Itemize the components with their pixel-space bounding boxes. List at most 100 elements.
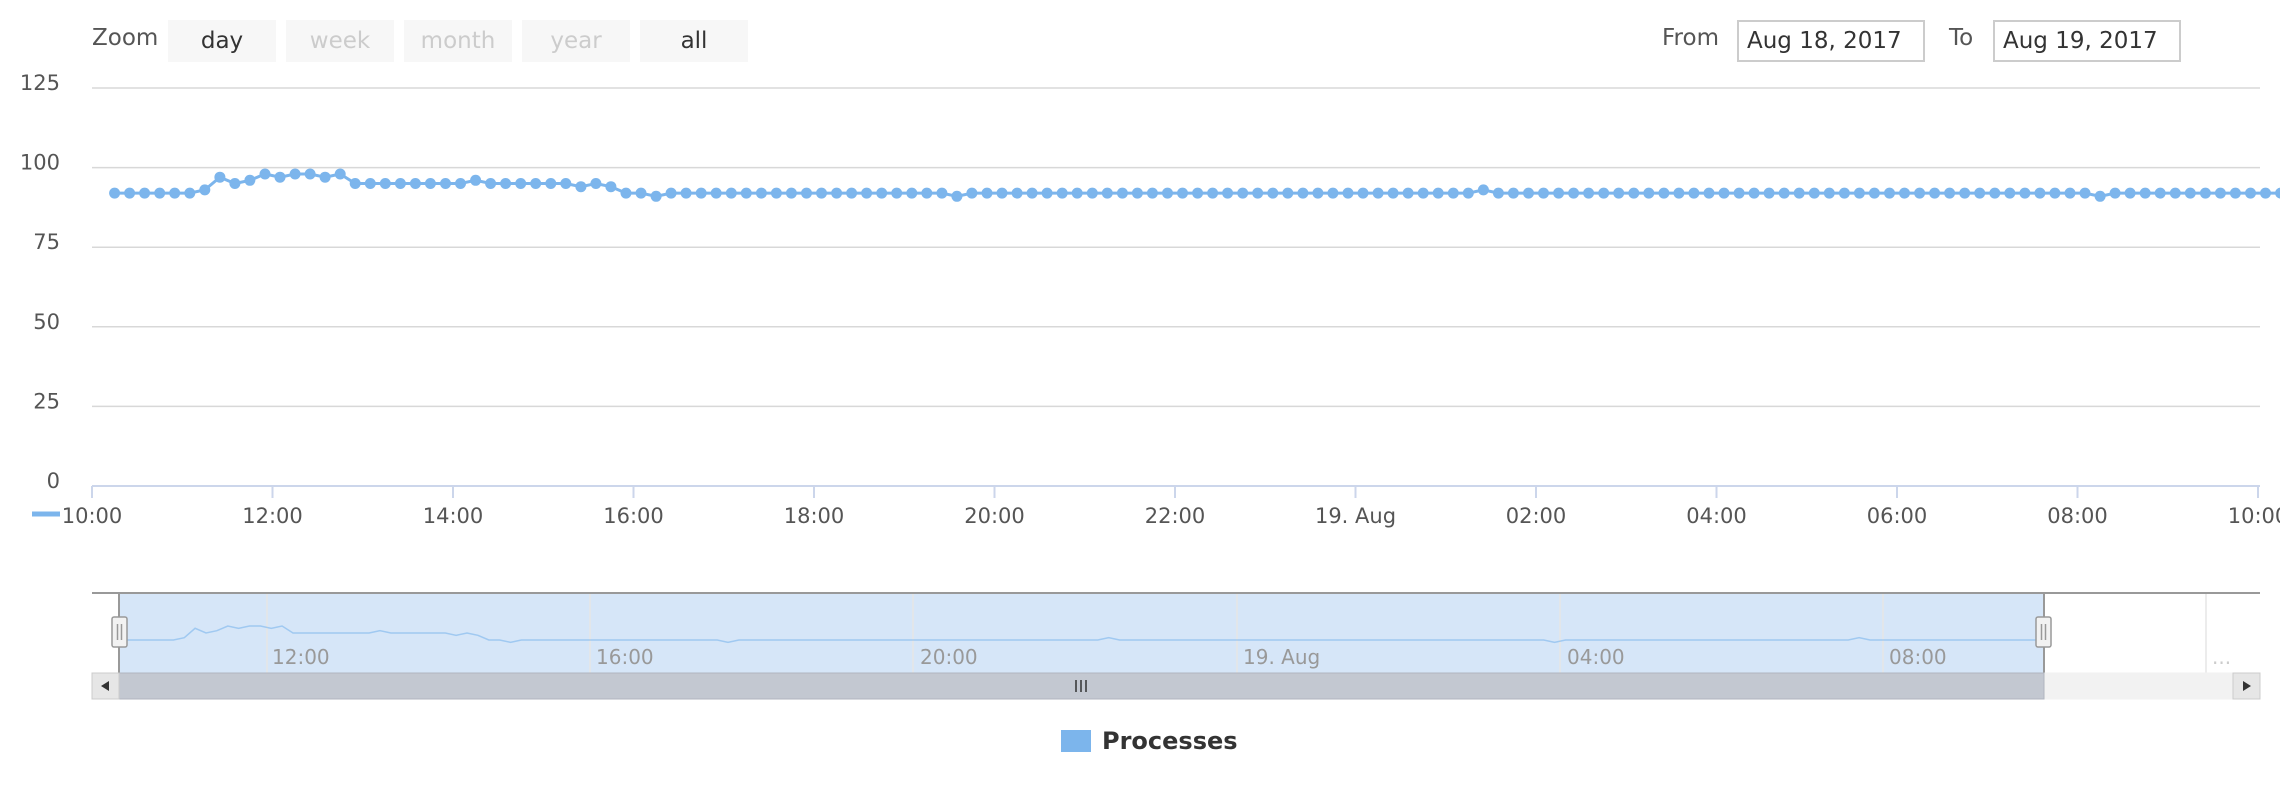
data-point (1116, 187, 1128, 199)
data-point (1853, 187, 1865, 199)
y-tick-label: 0 (47, 469, 60, 493)
data-point (1583, 187, 1595, 199)
navigator-tick-label: 16:00 (596, 645, 654, 669)
data-point (605, 181, 617, 193)
data-point (1177, 187, 1188, 199)
data-point (1026, 187, 1038, 199)
data-point (1914, 187, 1926, 199)
x-tick-label: 22:00 (1145, 504, 1206, 528)
data-point (244, 174, 256, 186)
data-point (1492, 187, 1504, 199)
data-point (364, 178, 376, 189)
data-point (620, 187, 632, 199)
legend-symbol (1061, 730, 1091, 752)
data-point (1568, 187, 1580, 199)
legend[interactable]: Processes (1061, 727, 1238, 755)
data-point (635, 187, 647, 199)
data-point (139, 187, 151, 199)
data-point (725, 187, 737, 199)
data-point (259, 168, 271, 180)
y-tick-label: 50 (33, 310, 60, 334)
data-point (2034, 187, 2046, 199)
data-point (545, 178, 557, 189)
data-point (876, 187, 888, 199)
y-tick-label: 25 (33, 389, 60, 413)
data-point (1282, 187, 1294, 199)
x-tick-label: 10:00 (62, 504, 123, 528)
x-tick-label: 19. Aug (1315, 504, 1396, 528)
data-point (1146, 187, 1158, 199)
data-point (2154, 187, 2166, 199)
data-point (1086, 187, 1098, 199)
data-point (424, 178, 436, 189)
data-point (455, 178, 466, 189)
data-point (1553, 187, 1565, 199)
data-point (1297, 187, 1309, 199)
navigator-right-handle[interactable] (2035, 616, 2052, 648)
data-point (1989, 187, 2001, 199)
scrollbar-left-button[interactable] (91, 672, 120, 700)
data-point (861, 187, 873, 199)
data-point (2109, 187, 2121, 199)
data-point (1507, 187, 1519, 199)
data-point (1342, 187, 1354, 199)
data-point (334, 168, 346, 180)
data-point (1056, 187, 1068, 199)
legend-item-label[interactable]: Processes (1102, 727, 1238, 755)
data-point (1838, 187, 1850, 199)
data-point (921, 187, 933, 199)
data-point (1071, 187, 1083, 199)
series-processes (109, 168, 2280, 202)
data-point (2079, 187, 2091, 199)
scrollbar[interactable] (91, 672, 2261, 700)
scrollbar-right-button[interactable] (2232, 672, 2261, 700)
y-tick-label: 100 (20, 151, 60, 175)
data-point (1733, 187, 1745, 199)
y-axis: 0 25 50 75 100 125 (20, 71, 60, 493)
data-point (109, 187, 121, 199)
data-point (1372, 187, 1384, 199)
data-point (154, 187, 166, 199)
data-point (981, 187, 993, 199)
data-point (2124, 187, 2136, 199)
data-point (1538, 187, 1549, 199)
data-point (936, 187, 948, 199)
data-point (1748, 187, 1760, 199)
data-point (1011, 187, 1023, 199)
data-point (1312, 187, 1324, 199)
data-point (1628, 187, 1640, 199)
data-point (1131, 187, 1143, 199)
data-point (770, 187, 782, 199)
navigator-left-handle[interactable] (111, 616, 128, 648)
data-point (2245, 187, 2256, 199)
data-point (785, 187, 797, 199)
data-point (319, 171, 331, 183)
navigator-tick-label: 08:00 (1889, 645, 1947, 669)
x-tick-label: 20:00 (964, 504, 1025, 528)
data-point (1718, 187, 1730, 199)
stock-chart: Zoom day week month year all From To 025… (0, 0, 2280, 800)
data-point (214, 171, 226, 183)
data-point (169, 187, 181, 199)
navigator[interactable]: 12:00 16:00 20:00 19. Aug 04:00 08:00 ..… (92, 592, 2260, 673)
data-point (755, 187, 767, 199)
data-point (1658, 187, 1670, 199)
data-point (1041, 187, 1053, 199)
data-point (2139, 187, 2151, 199)
data-point (1808, 187, 1820, 199)
data-point (2275, 187, 2280, 199)
data-point (1222, 187, 1234, 199)
data-point (1823, 187, 1835, 199)
data-point (2260, 187, 2271, 199)
data-point (470, 174, 482, 186)
data-point (801, 187, 812, 199)
data-point (1207, 187, 1219, 199)
data-point (575, 181, 587, 193)
chart-svg: 0 25 50 75 100 125 10:00 12:00 14:00 16:00 18:00 2… (20, 71, 2280, 755)
data-point (1884, 187, 1895, 199)
data-point (1778, 187, 1790, 199)
data-point (2184, 187, 2196, 199)
navigator-tick-label: 20:00 (920, 645, 978, 669)
data-point (1192, 187, 1204, 199)
navigator-tick-label: 12:00 (272, 645, 330, 669)
